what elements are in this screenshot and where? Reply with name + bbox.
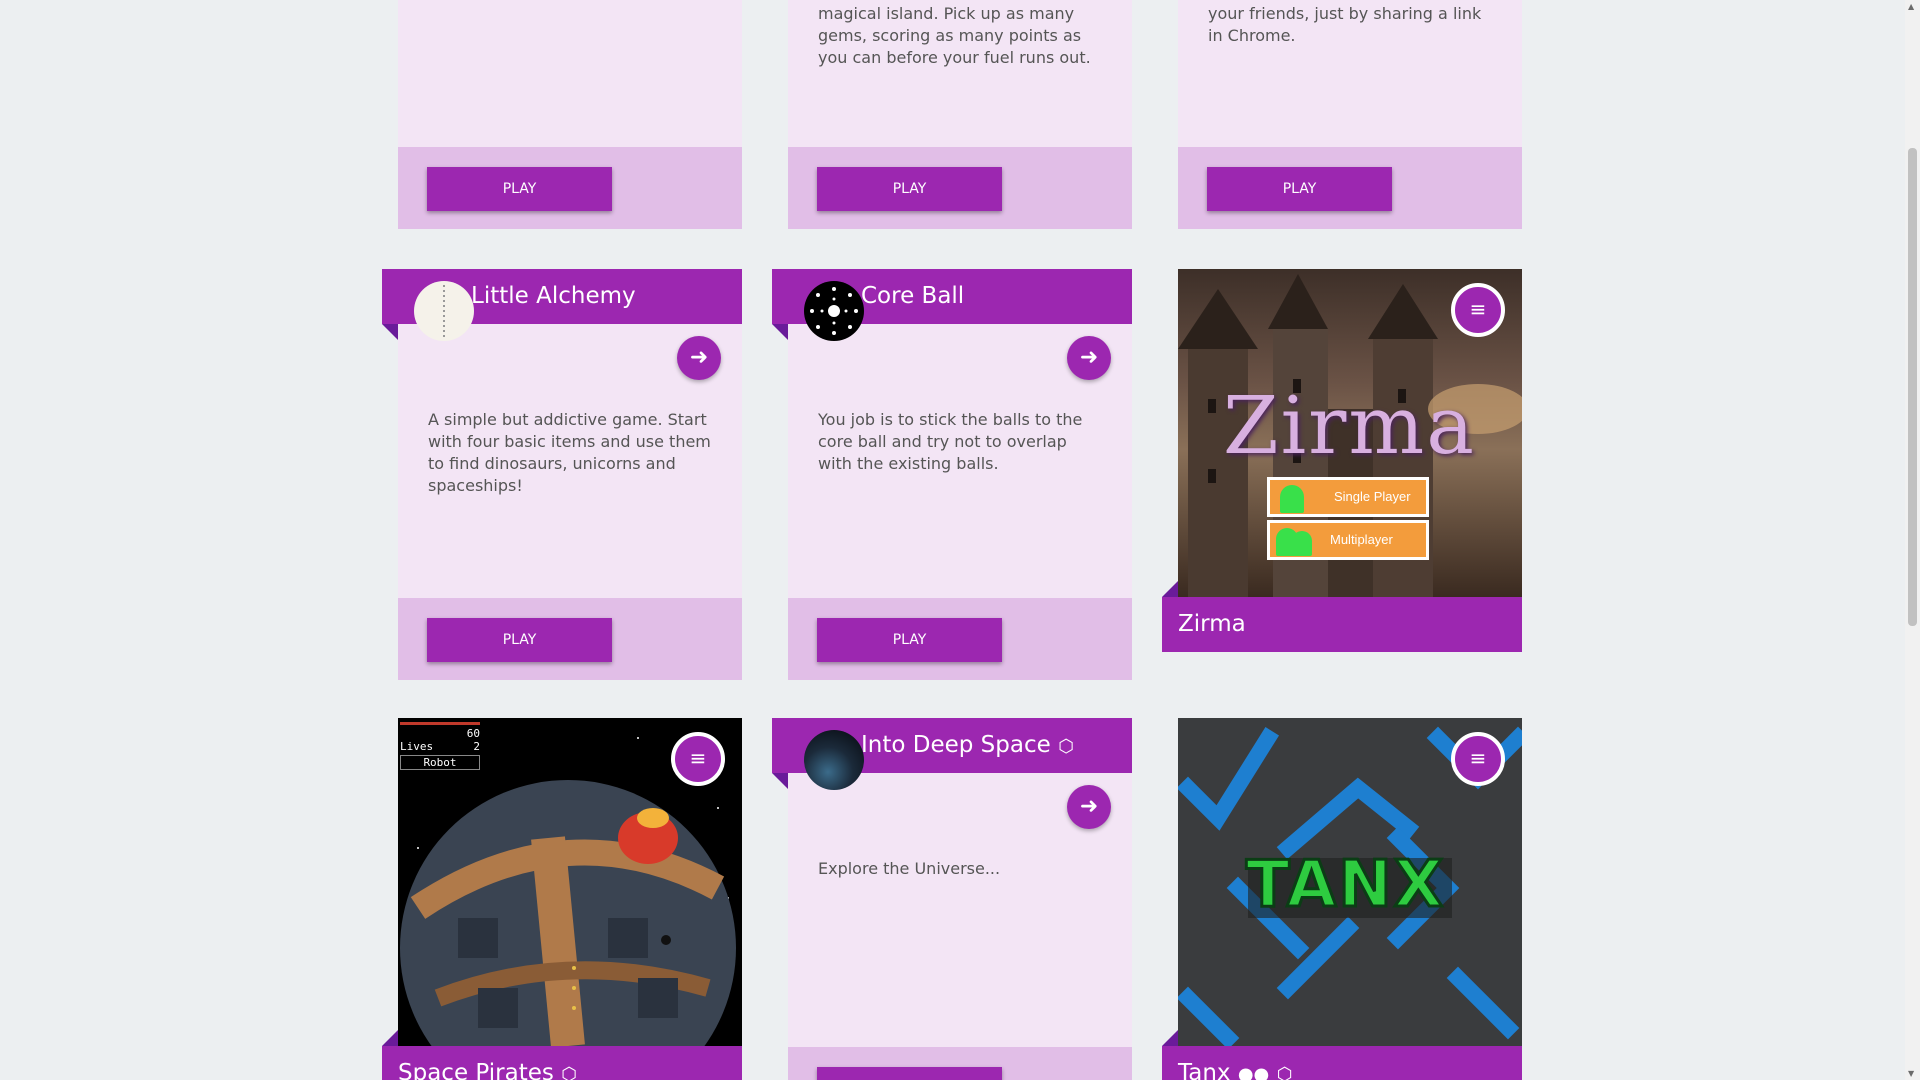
game-title: Core Ball [861, 283, 965, 309]
menu-icon[interactable]: ≡ [671, 732, 725, 786]
game-avatar [414, 281, 474, 341]
multiplayer-icon: ●● [1237, 1064, 1270, 1080]
zirma-logo: Zirma [1223, 379, 1476, 472]
card-banner: Tanx ●● ⬡ [1162, 1030, 1522, 1080]
game-card: PLAY [398, 0, 742, 229]
game-title: Zirma [1178, 611, 1246, 637]
play-button[interactable]: PLAY [817, 167, 1002, 211]
game-title: Little Alchemy [471, 283, 636, 309]
game-title: Into Deep Space [861, 732, 1051, 758]
game-image[interactable]: Zirma Single Player Multiplayer ≡ [1178, 269, 1522, 597]
scroll-down-icon[interactable]: ▼ [1908, 1069, 1914, 1078]
game-card-space-pirates: 60 Lives 2 Robot ≡ Space Pirates ⬡ [382, 718, 742, 1080]
game-title: Space Pirates [398, 1060, 554, 1080]
arrow-left-icon[interactable]: ➜ [1067, 785, 1111, 829]
game-title: Tanx [1178, 1060, 1231, 1080]
multiplayer-option: Multiplayer [1267, 520, 1429, 560]
codepen-icon: ⬡ [561, 1064, 577, 1080]
hud-panel: 60 Lives 2 Robot [400, 722, 480, 782]
play-button[interactable]: PLAY [427, 167, 612, 211]
game-avatar [804, 730, 864, 790]
scrollbar-thumb[interactable] [1908, 148, 1917, 626]
game-card: magical island. Pick up as many gems, sc… [788, 0, 1132, 229]
game-avatar [804, 281, 864, 341]
game-card-into-deep-space: Into Deep Space ⬡ ➜ Explore the Universe… [772, 718, 1132, 1080]
arrow-left-icon[interactable]: ➜ [1067, 336, 1111, 380]
game-description: magical island. Pick up as many gems, sc… [818, 4, 1091, 67]
game-card-core-ball: Core Ball ➜ You job is to stick the ball… [772, 269, 1132, 680]
play-button[interactable]: PLAY [427, 618, 612, 662]
arrow-left-icon[interactable]: ➜ [677, 336, 721, 380]
game-card-zirma: Zirma Single Player Multiplayer ≡ Zirma [1162, 269, 1522, 652]
game-card-tanx: TANX ≡ Tanx ●● ⬡ [1162, 718, 1522, 1080]
card-banner: Space Pirates ⬡ [382, 1030, 742, 1080]
game-description: your friends, just by sharing a link in … [1208, 4, 1482, 45]
game-image[interactable]: TANX ≡ [1178, 718, 1522, 1046]
game-card: your friends, just by sharing a link in … [1178, 0, 1522, 229]
game-description: Explore the Universe... [818, 859, 1001, 878]
game-description: A simple but addictive game. Start with … [428, 410, 711, 495]
game-description: You job is to stick the balls to the cor… [818, 410, 1083, 473]
play-button[interactable]: PLAY [1207, 167, 1392, 211]
menu-icon[interactable]: ≡ [1451, 732, 1505, 786]
play-button[interactable]: PLAY [817, 618, 1002, 662]
play-button[interactable]: PLAY [817, 1067, 1002, 1080]
single-player-option: Single Player [1267, 477, 1429, 517]
scroll-up-icon[interactable]: ▲ [1908, 2, 1914, 11]
game-image[interactable]: 60 Lives 2 Robot ≡ [398, 718, 742, 1046]
codepen-icon: ⬡ [1276, 1064, 1293, 1080]
codepen-icon: ⬡ [1058, 736, 1074, 757]
menu-icon[interactable]: ≡ [1451, 283, 1505, 337]
card-banner: Zirma [1162, 581, 1522, 652]
game-card-little-alchemy: Little Alchemy ➜ A simple but addictive … [382, 269, 742, 680]
tanx-logo: TANX [1244, 847, 1446, 924]
scrollbar[interactable]: ▲ ▼ [1905, 0, 1920, 1080]
